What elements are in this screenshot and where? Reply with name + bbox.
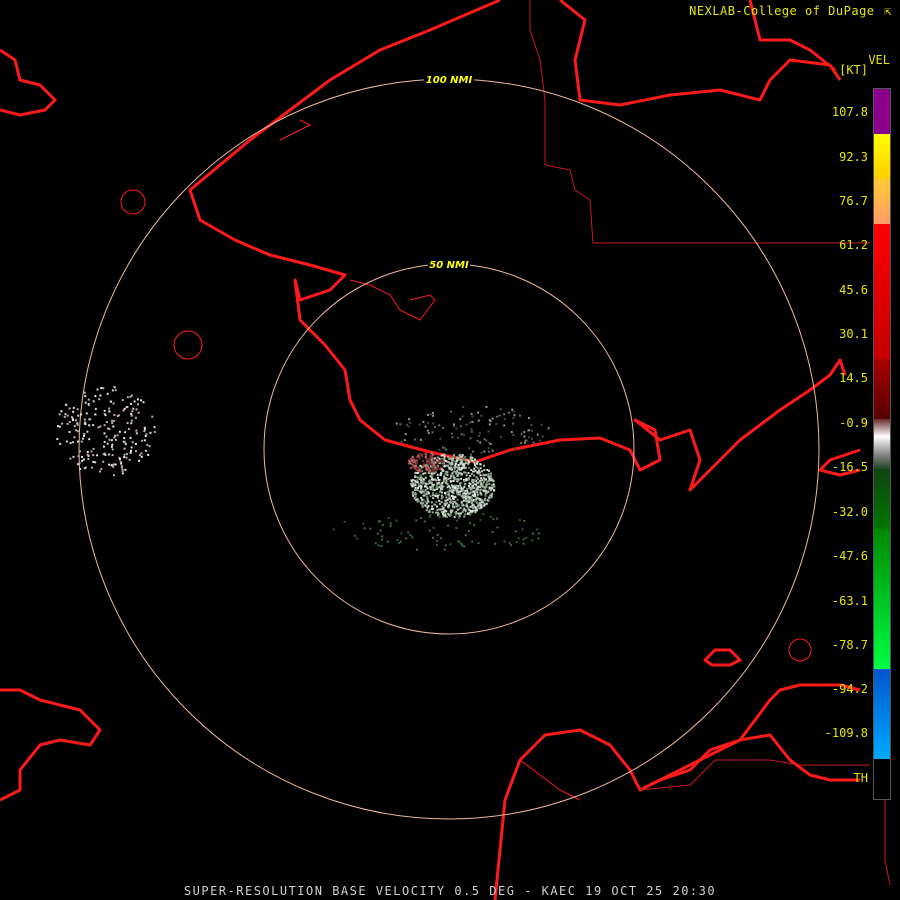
corner-arrow-icon[interactable]: ⇱ <box>884 4 892 18</box>
scale-seg-purple <box>874 89 890 134</box>
legend-tick: -47.6 <box>831 549 868 563</box>
coastline-southwest <box>0 688 102 802</box>
boundary-layer <box>529 0 891 886</box>
scale-seg-green <box>874 529 890 669</box>
scale-seg-gray <box>874 419 890 469</box>
legend-tick: 92.3 <box>839 150 868 164</box>
ring-label-100: 100 NMI <box>426 75 473 86</box>
legend-tick: -32.0 <box>831 505 868 519</box>
scale-seg-orange <box>874 179 890 224</box>
lake-island-se <box>703 648 742 667</box>
coastline-south-peninsula <box>493 728 860 900</box>
echo-cluster-inbound <box>407 452 445 473</box>
echo-scatter-south <box>332 512 540 551</box>
lake-circle-2 <box>173 330 203 360</box>
legend-tick: -0.9 <box>839 416 868 430</box>
scale-seg-blue <box>874 669 890 759</box>
legend-tick: TH <box>853 771 868 785</box>
scale-seg-darkred <box>874 359 890 419</box>
ring-label-50: 50 NMI <box>429 260 469 271</box>
scale-seg-black <box>874 759 890 799</box>
coastline-northwest-peninsula <box>0 48 57 117</box>
legend-tick: -63.1 <box>831 594 868 608</box>
legend-tick: -16.5 <box>831 460 868 474</box>
scale-seg-yellow <box>874 134 890 179</box>
boundary-east-edge <box>884 800 891 886</box>
scale-seg-red <box>874 224 890 359</box>
lake-circle-1 <box>120 189 146 215</box>
coastline-layer <box>0 0 861 900</box>
legend-tick: 76.7 <box>839 194 868 208</box>
bay-detail-north <box>349 279 436 321</box>
coastline-north <box>188 0 847 492</box>
credit-label: NEXLAB-College of DuPage ⇱ <box>689 4 892 18</box>
echo-cluster-west <box>56 386 156 477</box>
velocity-color-scale <box>873 88 891 800</box>
legend-tick: 30.1 <box>839 327 868 341</box>
legend-tick: 107.8 <box>831 105 868 119</box>
legend-unit: [KT] <box>839 63 868 77</box>
product-caption: SUPER-RESOLUTION BASE VELOCITY 0.5 DEG -… <box>183 884 717 898</box>
credit-text: NEXLAB-College of DuPage <box>689 4 875 18</box>
bay-detail-south <box>519 759 581 801</box>
legend-tick: -78.7 <box>831 638 868 652</box>
ring-labels: 50 NMI 100 NMI <box>424 73 474 271</box>
legend-tick: -109.8 <box>824 726 868 740</box>
legend-title: VEL <box>868 53 890 67</box>
ring-50-nmi <box>263 263 635 635</box>
legend-tick: 61.2 <box>839 238 868 252</box>
legend-tick: -94.2 <box>831 682 868 696</box>
legend-tick: 14.5 <box>839 371 868 385</box>
radar-echo-layer <box>56 386 550 551</box>
radar-map: 50 NMI 100 NMI <box>0 0 891 900</box>
legend-tick: 45.6 <box>839 283 868 297</box>
scale-seg-darkgreen <box>874 469 890 529</box>
bay-detail-west <box>279 119 312 141</box>
